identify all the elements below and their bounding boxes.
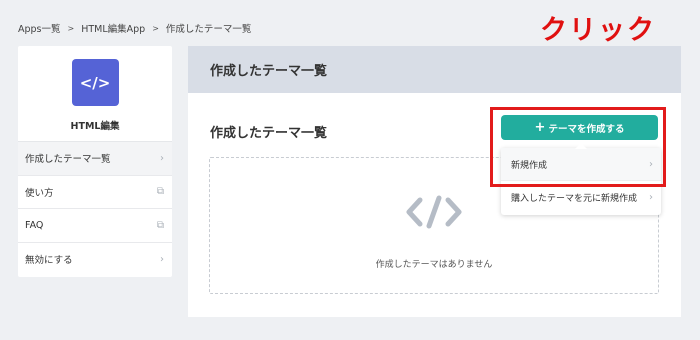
sidebar-item-label: 無効にする [25,255,73,267]
create-theme-button[interactable]: + テーマを作成する [501,115,658,140]
breadcrumb-item-html-app[interactable]: HTML編集App [81,21,145,35]
sidebar-item-faq[interactable]: FAQ ⧉ [18,209,172,243]
sidebar-item-disable[interactable]: 無効にする › [18,243,172,277]
breadcrumb: Apps一覧 > HTML編集App > 作成したテーマ一覧 [18,21,252,36]
click-annotation-text: クリック [540,15,656,46]
code-icon [406,195,462,229]
section-title: 作成したテーマ一覧 [210,126,328,141]
breadcrumb-separator: > [67,23,75,33]
app-name: HTML編集 [70,121,120,132]
sidebar-item-label: 作成したテーマ一覧 [25,154,111,166]
menu-item-label: 購入したテーマを元に新規作成 [511,194,638,204]
breadcrumb-item-current: 作成したテーマ一覧 [165,24,252,35]
create-dropdown-menu: 新規作成 › 購入したテーマを元に新規作成 › [501,143,661,215]
breadcrumb-item-apps[interactable]: Apps一覧 [18,21,61,35]
menu-item-label: 新規作成 [511,160,548,171]
menu-item-new[interactable]: 新規作成 › [501,148,661,181]
external-link-icon: ⧉ [156,186,164,198]
main-panel: 作成したテーマ一覧 作成したテーマ一覧 + テーマを作成する 作成したテーマはあ… [188,46,681,317]
sidebar-item-label: 使い方 [25,187,54,199]
page-title: 作成したテーマ一覧 [188,46,681,93]
chevron-right-icon: › [160,152,164,164]
chevron-right-icon: › [649,158,653,170]
external-link-icon: ⧉ [156,219,164,231]
breadcrumb-separator: > [152,23,159,33]
app-card: </> HTML編集 [18,46,172,142]
plus-icon: + [534,120,546,135]
sidebar-item-how-to-use[interactable]: 使い方 ⧉ [18,176,172,209]
menu-item-new-from-purchased[interactable]: 購入したテーマを元に新規作成 › [501,181,661,214]
chevron-right-icon: › [649,192,653,203]
code-icon: </> [71,59,119,106]
chevron-right-icon: › [160,253,164,265]
sidebar: </> HTML編集 作成したテーマ一覧 › 使い方 ⧉ FAQ ⧉ 無効にする… [18,46,172,277]
sidebar-item-label: FAQ [25,219,44,231]
empty-state-text: 作成したテーマはありません [375,260,493,270]
create-theme-label: テーマを作成する [548,123,625,135]
sidebar-item-theme-list[interactable]: 作成したテーマ一覧 › [18,142,172,176]
